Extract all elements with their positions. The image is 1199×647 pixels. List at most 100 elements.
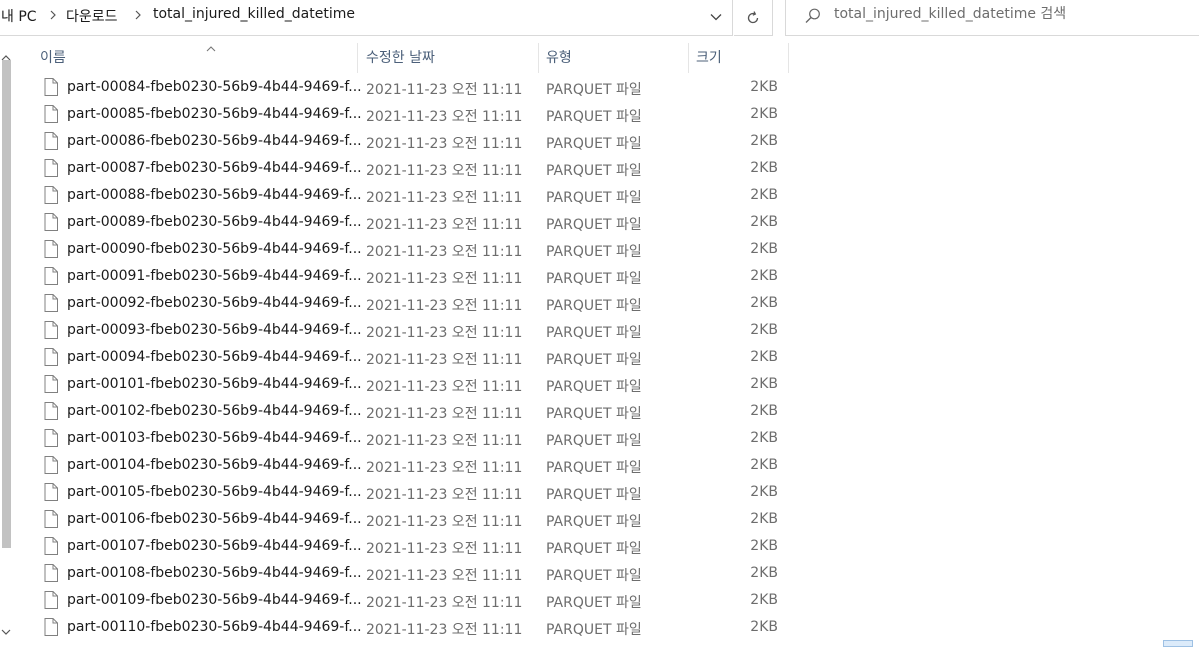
breadcrumb-item-this-pc[interactable]: 내 PC xyxy=(1,6,37,26)
file-modified-date: 2021-11-23 오전 11:11 xyxy=(366,244,523,260)
address-bar[interactable]: 내 PC 다운로드 total_injured_killed_datetime xyxy=(0,0,733,36)
file-size: 2KB xyxy=(750,403,778,419)
file-row[interactable]: part-00089-fbeb0230-56b9-4b44-9469-f... 2… xyxy=(40,209,790,236)
file-row[interactable]: part-00088-fbeb0230-56b9-4b44-9469-f... 2… xyxy=(40,182,790,209)
file-type: PARQUET 파일 xyxy=(546,487,642,503)
column-header-size[interactable]: 크기 xyxy=(696,43,722,73)
column-header-modified[interactable]: 수정한 날짜 xyxy=(366,43,435,73)
file-modified-date: 2021-11-23 오전 11:11 xyxy=(366,541,523,557)
file-row[interactable]: part-00101-fbeb0230-56b9-4b44-9469-f... 2… xyxy=(40,371,790,398)
chevron-right-icon[interactable] xyxy=(48,5,58,29)
file-name[interactable]: part-00087-fbeb0230-56b9-4b44-9469-f... xyxy=(67,160,362,176)
file-type: PARQUET 파일 xyxy=(546,514,642,530)
file-name[interactable]: part-00101-fbeb0230-56b9-4b44-9469-f... xyxy=(67,376,362,392)
file-name[interactable]: part-00084-fbeb0230-56b9-4b44-9469-f... xyxy=(67,79,362,95)
file-name[interactable]: part-00110-fbeb0230-56b9-4b44-9469-f... xyxy=(67,619,362,635)
file-modified-date: 2021-11-23 오전 11:11 xyxy=(366,460,523,476)
file-row[interactable]: part-00110-fbeb0230-56b9-4b44-9469-f... 2… xyxy=(40,614,790,641)
file-icon xyxy=(44,240,58,262)
scroll-down-arrow-icon[interactable] xyxy=(1,621,11,640)
file-row[interactable]: part-00084-fbeb0230-56b9-4b44-9469-f... 2… xyxy=(40,74,790,101)
file-type: PARQUET 파일 xyxy=(546,298,642,314)
file-name[interactable]: part-00089-fbeb0230-56b9-4b44-9469-f... xyxy=(67,214,362,230)
file-row[interactable]: part-00087-fbeb0230-56b9-4b44-9469-f... 2… xyxy=(40,155,790,182)
column-divider[interactable] xyxy=(538,43,539,73)
file-row[interactable]: part-00092-fbeb0230-56b9-4b44-9469-f... 2… xyxy=(40,290,790,317)
file-row[interactable]: part-00102-fbeb0230-56b9-4b44-9469-f... 2… xyxy=(40,398,790,425)
file-modified-date: 2021-11-23 오전 11:11 xyxy=(366,109,523,125)
column-header-name[interactable]: 이름 xyxy=(40,43,66,73)
file-row[interactable]: part-00090-fbeb0230-56b9-4b44-9469-f... 2… xyxy=(40,236,790,263)
breadcrumb-item-downloads[interactable]: 다운로드 xyxy=(66,6,118,26)
file-type: PARQUET 파일 xyxy=(546,271,642,287)
scrollbar-thumb[interactable] xyxy=(2,60,11,548)
column-divider[interactable] xyxy=(788,43,789,73)
file-size: 2KB xyxy=(750,619,778,635)
file-name[interactable]: part-00107-fbeb0230-56b9-4b44-9469-f... xyxy=(67,538,362,554)
file-row[interactable]: part-00109-fbeb0230-56b9-4b44-9469-f... 2… xyxy=(40,587,790,614)
file-name[interactable]: part-00092-fbeb0230-56b9-4b44-9469-f... xyxy=(67,295,362,311)
refresh-button[interactable] xyxy=(734,0,773,36)
file-icon xyxy=(44,348,58,370)
file-name[interactable]: part-00108-fbeb0230-56b9-4b44-9469-f... xyxy=(67,565,362,581)
file-row[interactable]: part-00094-fbeb0230-56b9-4b44-9469-f... 2… xyxy=(40,344,790,371)
file-modified-date: 2021-11-23 오전 11:11 xyxy=(366,136,523,152)
column-divider[interactable] xyxy=(357,43,358,73)
file-size: 2KB xyxy=(750,214,778,230)
file-row[interactable]: part-00105-fbeb0230-56b9-4b44-9469-f... 2… xyxy=(40,479,790,506)
file-row[interactable]: part-00104-fbeb0230-56b9-4b44-9469-f... 2… xyxy=(40,452,790,479)
file-row[interactable]: part-00086-fbeb0230-56b9-4b44-9469-f... 2… xyxy=(40,128,790,155)
file-name[interactable]: part-00106-fbeb0230-56b9-4b44-9469-f... xyxy=(67,511,362,527)
file-name[interactable]: part-00094-fbeb0230-56b9-4b44-9469-f... xyxy=(67,349,362,365)
file-row[interactable]: part-00091-fbeb0230-56b9-4b44-9469-f... 2… xyxy=(40,263,790,290)
column-header-type[interactable]: 유형 xyxy=(546,43,572,73)
file-type: PARQUET 파일 xyxy=(546,406,642,422)
file-type: PARQUET 파일 xyxy=(546,379,642,395)
file-size: 2KB xyxy=(750,322,778,338)
file-row[interactable]: part-00093-fbeb0230-56b9-4b44-9469-f... 2… xyxy=(40,317,790,344)
file-row[interactable]: part-00103-fbeb0230-56b9-4b44-9469-f... 2… xyxy=(40,425,790,452)
file-name[interactable]: part-00086-fbeb0230-56b9-4b44-9469-f... xyxy=(67,133,362,149)
file-modified-date: 2021-11-23 오전 11:11 xyxy=(366,190,523,206)
file-row[interactable]: part-00107-fbeb0230-56b9-4b44-9469-f... 2… xyxy=(40,533,790,560)
file-name[interactable]: part-00103-fbeb0230-56b9-4b44-9469-f... xyxy=(67,430,362,446)
sort-up-icon xyxy=(205,39,217,58)
file-name[interactable]: part-00091-fbeb0230-56b9-4b44-9469-f... xyxy=(67,268,362,284)
file-size: 2KB xyxy=(750,268,778,284)
file-name[interactable]: part-00105-fbeb0230-56b9-4b44-9469-f... xyxy=(67,484,362,500)
file-type: PARQUET 파일 xyxy=(546,541,642,557)
file-icon xyxy=(44,294,58,316)
file-name[interactable]: part-00104-fbeb0230-56b9-4b44-9469-f... xyxy=(67,457,362,473)
file-row[interactable]: part-00106-fbeb0230-56b9-4b44-9469-f... 2… xyxy=(40,506,790,533)
column-divider[interactable] xyxy=(688,43,689,73)
file-name[interactable]: part-00090-fbeb0230-56b9-4b44-9469-f... xyxy=(67,241,362,257)
search-input[interactable] xyxy=(834,6,1174,22)
file-type: PARQUET 파일 xyxy=(546,595,642,611)
file-name[interactable]: part-00085-fbeb0230-56b9-4b44-9469-f... xyxy=(67,106,362,122)
file-size: 2KB xyxy=(750,133,778,149)
chevron-right-icon[interactable] xyxy=(133,5,143,29)
file-icon xyxy=(44,537,58,559)
file-row[interactable]: part-00108-fbeb0230-56b9-4b44-9469-f... 2… xyxy=(40,560,790,587)
address-history-dropdown[interactable] xyxy=(699,0,732,34)
navigation-bar: 내 PC 다운로드 total_injured_killed_datetime xyxy=(0,0,1199,36)
file-size: 2KB xyxy=(750,484,778,500)
file-modified-date: 2021-11-23 오전 11:11 xyxy=(366,595,523,611)
file-size: 2KB xyxy=(750,376,778,392)
search-box[interactable] xyxy=(785,0,1199,36)
file-type: PARQUET 파일 xyxy=(546,352,642,368)
file-name[interactable]: part-00093-fbeb0230-56b9-4b44-9469-f... xyxy=(67,322,362,338)
breadcrumb-item-current-folder[interactable]: total_injured_killed_datetime xyxy=(153,6,355,22)
file-name[interactable]: part-00109-fbeb0230-56b9-4b44-9469-f... xyxy=(67,592,362,608)
file-modified-date: 2021-11-23 오전 11:11 xyxy=(366,514,523,530)
file-icon xyxy=(44,267,58,289)
file-size: 2KB xyxy=(750,160,778,176)
file-row[interactable]: part-00085-fbeb0230-56b9-4b44-9469-f... 2… xyxy=(40,101,790,128)
file-icon xyxy=(44,159,58,181)
file-name[interactable]: part-00088-fbeb0230-56b9-4b44-9469-f... xyxy=(67,187,362,203)
file-name[interactable]: part-00102-fbeb0230-56b9-4b44-9469-f... xyxy=(67,403,362,419)
file-icon xyxy=(44,186,58,208)
resize-grip[interactable] xyxy=(1163,640,1193,647)
file-size: 2KB xyxy=(750,430,778,446)
file-size: 2KB xyxy=(750,106,778,122)
